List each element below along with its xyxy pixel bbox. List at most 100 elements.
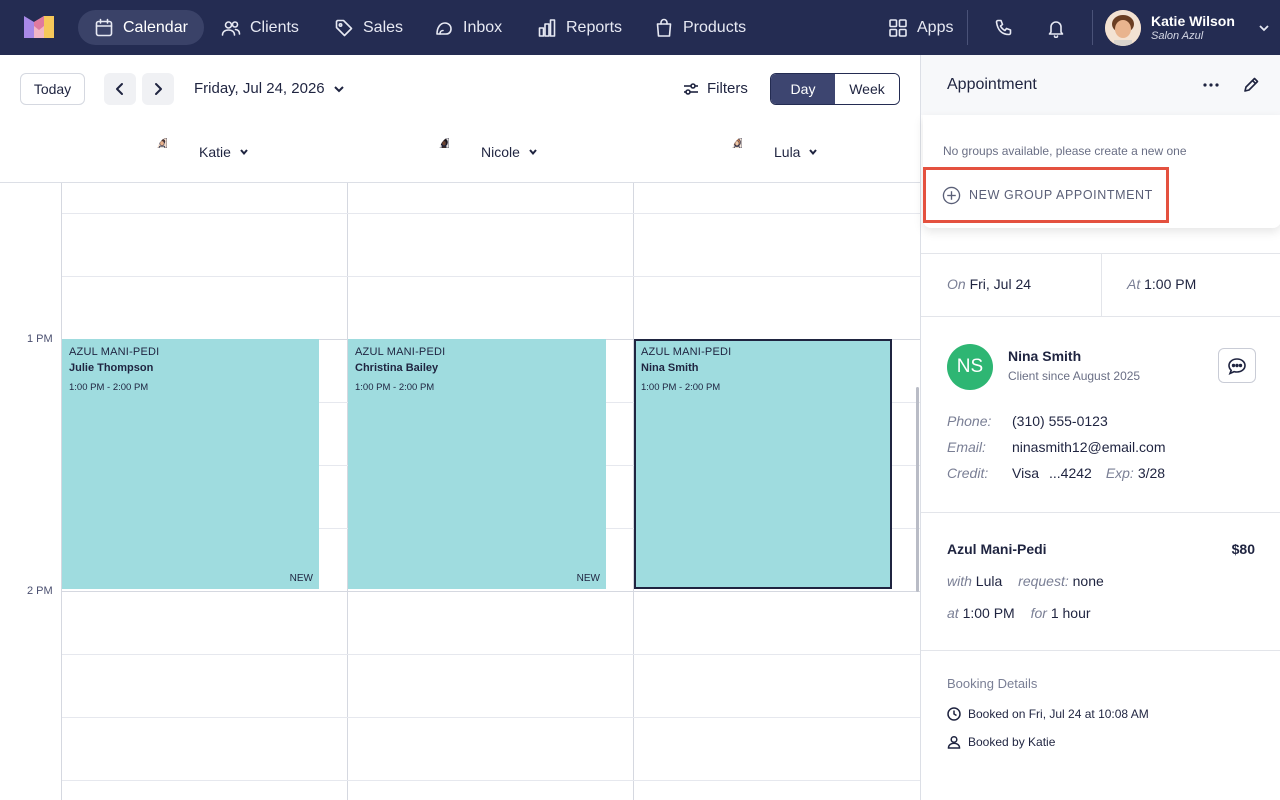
- filters-button[interactable]: Filters: [683, 80, 748, 97]
- email-label: Email:: [947, 439, 986, 455]
- staff-avatar: [157, 135, 191, 169]
- person-icon: [947, 735, 961, 749]
- nav-clients[interactable]: Clients: [205, 10, 315, 45]
- view-day-button[interactable]: Day: [771, 74, 835, 104]
- nav-calendar[interactable]: Calendar: [78, 10, 204, 45]
- new-client-badge: NEW: [576, 573, 600, 584]
- at-label: At: [1127, 276, 1141, 292]
- appointment-panel: Appointment No groups available, please …: [920, 55, 1280, 800]
- client-name[interactable]: Nina Smith: [1008, 348, 1081, 364]
- with-label: with: [947, 573, 972, 589]
- phone-icon: [995, 19, 1012, 36]
- service-staff-row: with Lula request: none: [947, 573, 1104, 589]
- tag-icon: [335, 19, 353, 36]
- appointment-card[interactable]: AZUL MANI-PEDI Julie Thompson 1:00 PM - …: [62, 339, 319, 589]
- edit-appointment-button[interactable]: [1239, 73, 1263, 97]
- panel-header: Appointment: [921, 55, 1280, 115]
- new-client-badge: NEW: [289, 573, 313, 584]
- panel-title: Appointment: [947, 76, 1037, 93]
- time-label: 1 PM: [27, 333, 53, 345]
- appointment-service: AZUL MANI-PEDI: [69, 346, 160, 358]
- previous-day-button[interactable]: [104, 73, 136, 105]
- chevron-down-icon: [1259, 25, 1269, 32]
- bell-icon: [1048, 21, 1064, 38]
- notifications-button[interactable]: [1042, 14, 1070, 42]
- staff-selector-nicole[interactable]: Nicole: [439, 135, 538, 169]
- date-label: Friday, Jul 24, 2026: [194, 80, 325, 97]
- sliders-icon: [684, 82, 698, 95]
- booked-by-row: Booked by Katie: [947, 735, 1055, 749]
- nav-calendar-label: Calendar: [123, 18, 188, 36]
- chevron-left-icon: [116, 83, 123, 95]
- nav-clients-label: Clients: [250, 18, 299, 36]
- nav-sales-label: Sales: [363, 18, 404, 36]
- card-brand: Visa: [1012, 465, 1039, 481]
- panel-divider: [921, 316, 1280, 317]
- with-value: Lula: [975, 573, 1003, 589]
- today-button[interactable]: Today: [20, 73, 85, 105]
- nav-inbox[interactable]: Inbox: [418, 10, 518, 45]
- appointment-date: On Fri, Jul 24: [947, 276, 1031, 292]
- nav-divider: [967, 10, 968, 45]
- new-group-appointment-label: NEW GROUP APPOINTMENT: [969, 188, 1153, 202]
- appointment-service: AZUL MANI-PEDI: [641, 346, 732, 358]
- service-time-row: at 1:00 PM for 1 hour: [947, 605, 1091, 621]
- exp-value: 3/28: [1137, 465, 1166, 481]
- message-client-button[interactable]: [1218, 348, 1256, 383]
- appointment-time: At 1:00 PM: [1127, 276, 1196, 292]
- grid-row-line: [62, 654, 920, 655]
- client-avatar[interactable]: NS: [947, 344, 993, 390]
- client-phone[interactable]: (310) 555-0123: [1012, 413, 1108, 429]
- nav-sales[interactable]: Sales: [318, 10, 419, 45]
- nav-reports-label: Reports: [566, 18, 623, 36]
- user-location: Salon Azul: [1151, 30, 1204, 42]
- calendar-scrollbar[interactable]: [916, 387, 919, 592]
- staff-name: Katie: [199, 144, 231, 160]
- service-at-value: 1:00 PM: [962, 605, 1015, 621]
- more-options-button[interactable]: [1199, 73, 1223, 97]
- chevron-down-icon: [529, 149, 537, 156]
- exp-label: Exp:: [1105, 465, 1134, 481]
- date-picker[interactable]: Friday, Jul 24, 2026: [194, 80, 345, 97]
- clock-icon: [947, 707, 961, 721]
- apps-grid-icon: [889, 18, 907, 37]
- shopping-bag-icon: [656, 18, 672, 37]
- nav-products[interactable]: Products: [638, 10, 762, 45]
- view-week-button[interactable]: Week: [835, 74, 899, 104]
- nav-apps[interactable]: Apps: [872, 10, 969, 45]
- users-icon: [221, 20, 241, 36]
- brand-logo-icon[interactable]: [24, 16, 54, 38]
- booking-details-title: Booking Details: [947, 676, 1038, 691]
- view-toggle: Day Week: [770, 73, 900, 105]
- appointment-client: Christina Bailey: [355, 362, 439, 374]
- plus-circle-icon: [942, 186, 961, 204]
- nav-divider: [1092, 10, 1093, 45]
- on-value: Fri, Jul 24: [969, 276, 1032, 292]
- appointment-card-selected[interactable]: AZUL MANI-PEDI Nina Smith 1:00 PM - 2:00…: [634, 339, 892, 589]
- staff-avatar: [439, 135, 473, 169]
- staff-selector-lula[interactable]: Lula: [732, 135, 818, 169]
- appointment-card[interactable]: AZUL MANI-PEDI Christina Bailey 1:00 PM …: [348, 339, 606, 589]
- grid-row-line: [62, 276, 920, 277]
- nav-reports[interactable]: Reports: [521, 10, 638, 45]
- phone-button[interactable]: [990, 14, 1018, 42]
- service-at-label: at: [947, 605, 959, 621]
- grid-row-line: [62, 780, 920, 781]
- next-day-button[interactable]: [142, 73, 174, 105]
- appointment-client: Julie Thompson: [69, 362, 154, 374]
- new-group-appointment-button[interactable]: NEW GROUP APPOINTMENT: [923, 167, 1169, 223]
- appointment-time: 1:00 PM - 2:00 PM: [69, 382, 149, 393]
- staff-avatar: [732, 135, 766, 169]
- top-navigation-bar: Calendar Clients Sales Inbox Reports Pro…: [0, 0, 1280, 55]
- user-menu[interactable]: Katie Wilson Salon Azul: [1105, 10, 1271, 46]
- user-avatar: [1105, 10, 1141, 46]
- time-label: 2 PM: [27, 585, 53, 597]
- client-since: Client since August 2025: [1008, 369, 1141, 383]
- staff-selector-katie[interactable]: Katie: [157, 135, 249, 169]
- client-email[interactable]: ninasmith12@email.com: [1012, 439, 1166, 455]
- for-label: for: [1030, 605, 1047, 621]
- calendar-icon: [95, 18, 113, 36]
- service-name: Azul Mani-Pedi: [947, 541, 1047, 557]
- appointment-client: Nina Smith: [641, 362, 699, 374]
- at-value: 1:00 PM: [1144, 276, 1197, 292]
